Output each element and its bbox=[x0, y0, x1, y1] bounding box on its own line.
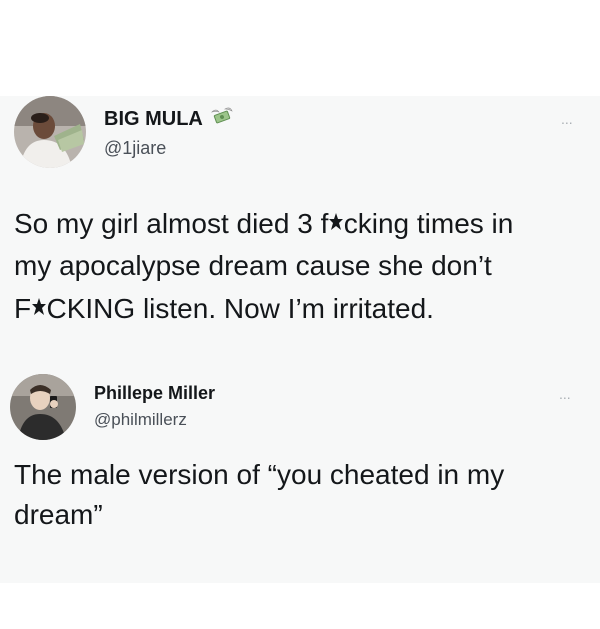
tweet-text-line: dream” bbox=[14, 499, 103, 530]
top-margin bbox=[0, 0, 600, 96]
display-name[interactable]: BIG MULA bbox=[104, 106, 234, 134]
more-options-icon[interactable]: ... bbox=[559, 387, 571, 401]
handle[interactable]: @philmillerz bbox=[94, 410, 187, 430]
censor-star-icon bbox=[328, 211, 344, 233]
display-name[interactable]: Phillepe Miller bbox=[94, 383, 215, 404]
avatar[interactable] bbox=[14, 96, 86, 168]
tweet-text-line: So my girl almost died 3 f cking times in bbox=[14, 208, 513, 240]
handle[interactable]: @1jiare bbox=[104, 138, 166, 159]
tweet-text-line: my apocalypse dream cause she don’t bbox=[14, 250, 492, 281]
censor-star-icon bbox=[31, 296, 47, 318]
bottom-margin bbox=[0, 583, 600, 629]
tweet-text-line: The male version of “you cheated in my bbox=[14, 459, 505, 490]
more-options-icon[interactable]: ... bbox=[561, 112, 573, 126]
money-with-wings-icon bbox=[210, 106, 234, 134]
text-segment: CKING listen. Now I’m irritated. bbox=[46, 293, 434, 324]
text-segment: F bbox=[14, 293, 32, 324]
text-segment: cking times in bbox=[343, 208, 514, 239]
avatar[interactable] bbox=[10, 374, 76, 440]
tweet-text-line: F CKING listen. Now I’m irritated. bbox=[14, 293, 434, 325]
text-segment: So my girl almost died 3 f bbox=[14, 208, 329, 239]
display-name-text: BIG MULA bbox=[104, 108, 203, 130]
